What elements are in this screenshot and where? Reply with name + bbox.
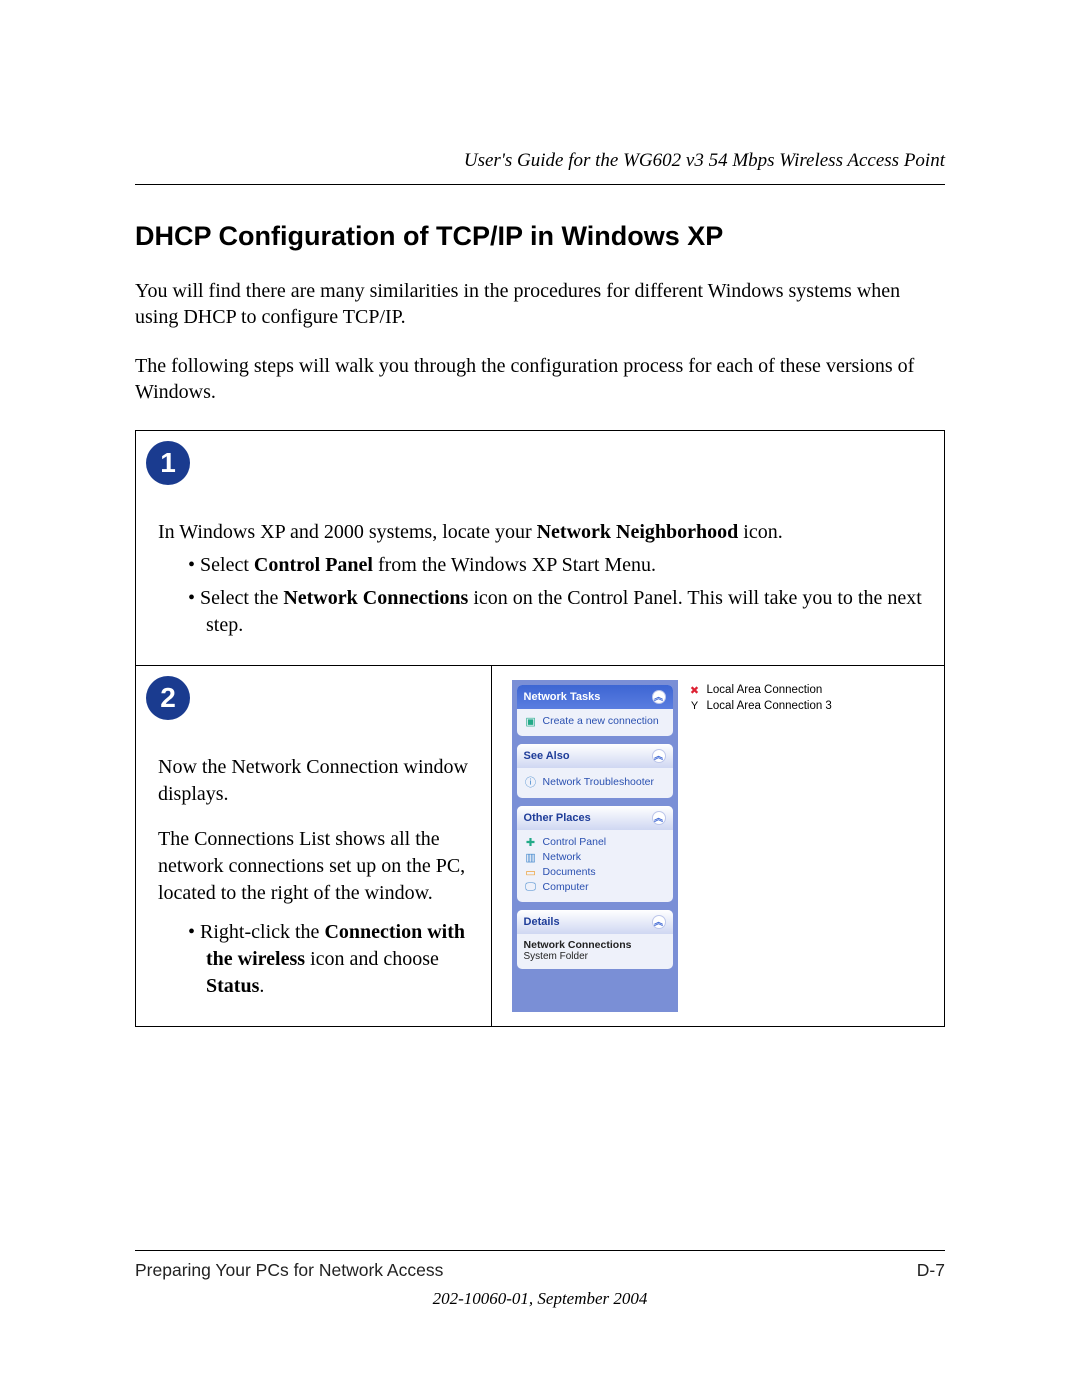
step-2-p1: Now the Network Connection window displa…: [158, 754, 477, 808]
xp-panel-body-details: Network Connections System Folder: [517, 934, 673, 969]
network-icon: ▥: [524, 851, 538, 864]
step-2-bullets: Right-click the Connection with the wire…: [158, 919, 477, 1000]
chevron-up-icon: ︽: [652, 811, 666, 825]
step-badge-1: 1: [146, 441, 190, 485]
document-page: User's Guide for the WG602 v3 54 Mbps Wi…: [0, 0, 1080, 1397]
xp-seealso-item: ⓘNetwork Troubleshooter: [524, 773, 666, 791]
intro-paragraph-2: The following steps will walk you throug…: [135, 353, 945, 406]
xp-panel-body-tasks: ▣Create a new connection: [517, 709, 673, 736]
info-icon: ⓘ: [524, 774, 538, 790]
step-2-text-column: 2 Now the Network Connection window disp…: [136, 666, 492, 1026]
chevron-up-icon: ︽: [652, 915, 666, 929]
xp-panel-head-seealso: See Also ︽: [517, 744, 673, 768]
xp-other-item: 🖵Computer: [524, 880, 666, 895]
lan-icon: Y: [688, 700, 702, 712]
chevron-up-icon: ︽: [652, 690, 666, 704]
step-2-screenshot: Network Tasks ︽ ▣Create a new connection…: [492, 666, 944, 1026]
xp-other-item: ▭Documents: [524, 865, 666, 880]
step-1-bullet-2: Select the Network Connections icon on t…: [206, 585, 922, 639]
xp-panel-network-tasks: Network Tasks ︽ ▣Create a new connection: [517, 685, 673, 736]
steps-container: 1 In Windows XP and 2000 systems, locate…: [135, 430, 945, 1027]
step-2-bullet-1: Right-click the Connection with the wire…: [206, 919, 477, 1000]
xp-panel-head-other: Other Places ︽: [517, 806, 673, 830]
step-1-lead-bold: Network Neighborhood: [537, 521, 739, 543]
footer-rule: [135, 1250, 945, 1251]
xp-panel-head-details: Details ︽: [517, 910, 673, 934]
step-1-bullet-1: Select Control Panel from the Windows XP…: [206, 552, 922, 579]
control-panel-icon: ✚: [524, 836, 538, 849]
xp-connection-list: ✖ Local Area Connection Y Local Area Con…: [688, 680, 930, 1012]
step-2: 2 Now the Network Connection window disp…: [136, 665, 944, 1026]
xp-task-sidebar: Network Tasks ︽ ▣Create a new connection…: [512, 680, 678, 1012]
step-badge-2: 2: [146, 676, 190, 720]
chevron-up-icon: ︽: [652, 749, 666, 763]
footer-date: 202-10060-01, September 2004: [0, 1289, 1080, 1309]
documents-icon: ▭: [524, 866, 538, 879]
footer-line: Preparing Your PCs for Network Access D-…: [135, 1260, 945, 1281]
step-1: 1 In Windows XP and 2000 systems, locate…: [136, 431, 944, 665]
running-header: User's Guide for the WG602 v3 54 Mbps Wi…: [135, 150, 945, 185]
xp-task-item: ▣Create a new connection: [524, 714, 666, 729]
footer-section: Preparing Your PCs for Network Access: [135, 1260, 443, 1281]
computer-icon: 🖵: [524, 881, 538, 894]
xp-panel-head-tasks: Network Tasks ︽: [517, 685, 673, 709]
lan-disabled-icon: ✖: [688, 684, 702, 697]
xp-panel-see-also: See Also ︽ ⓘNetwork Troubleshooter: [517, 744, 673, 798]
xp-other-item: ▥Network: [524, 850, 666, 865]
xp-panel-other-places: Other Places ︽ ✚Control Panel ▥Network ▭…: [517, 806, 673, 902]
new-connection-icon: ▣: [524, 715, 538, 728]
step-1-bullets: Select Control Panel from the Windows XP…: [158, 552, 922, 639]
step-1-lead-a: In Windows XP and 2000 systems, locate y…: [158, 521, 537, 543]
xp-panel-body-other: ✚Control Panel ▥Network ▭Documents 🖵Comp…: [517, 830, 673, 902]
connection-item: Y Local Area Connection 3: [688, 700, 930, 712]
xp-other-item: ✚Control Panel: [524, 835, 666, 850]
page-number: D-7: [917, 1260, 945, 1281]
intro-paragraph-1: You will find there are many similaritie…: [135, 278, 945, 331]
connection-item: ✖ Local Area Connection: [688, 684, 930, 697]
step-1-text: In Windows XP and 2000 systems, locate y…: [158, 519, 922, 639]
step-1-lead-c: icon.: [738, 521, 782, 543]
xp-panel-body-seealso: ⓘNetwork Troubleshooter: [517, 768, 673, 798]
step-2-text: Now the Network Connection window displa…: [158, 754, 477, 1000]
xp-panel-details: Details ︽ Network Connections System Fol…: [517, 910, 673, 969]
section-title: DHCP Configuration of TCP/IP in Windows …: [135, 221, 945, 252]
step-2-p2: The Connections List shows all the netwo…: [158, 826, 477, 907]
